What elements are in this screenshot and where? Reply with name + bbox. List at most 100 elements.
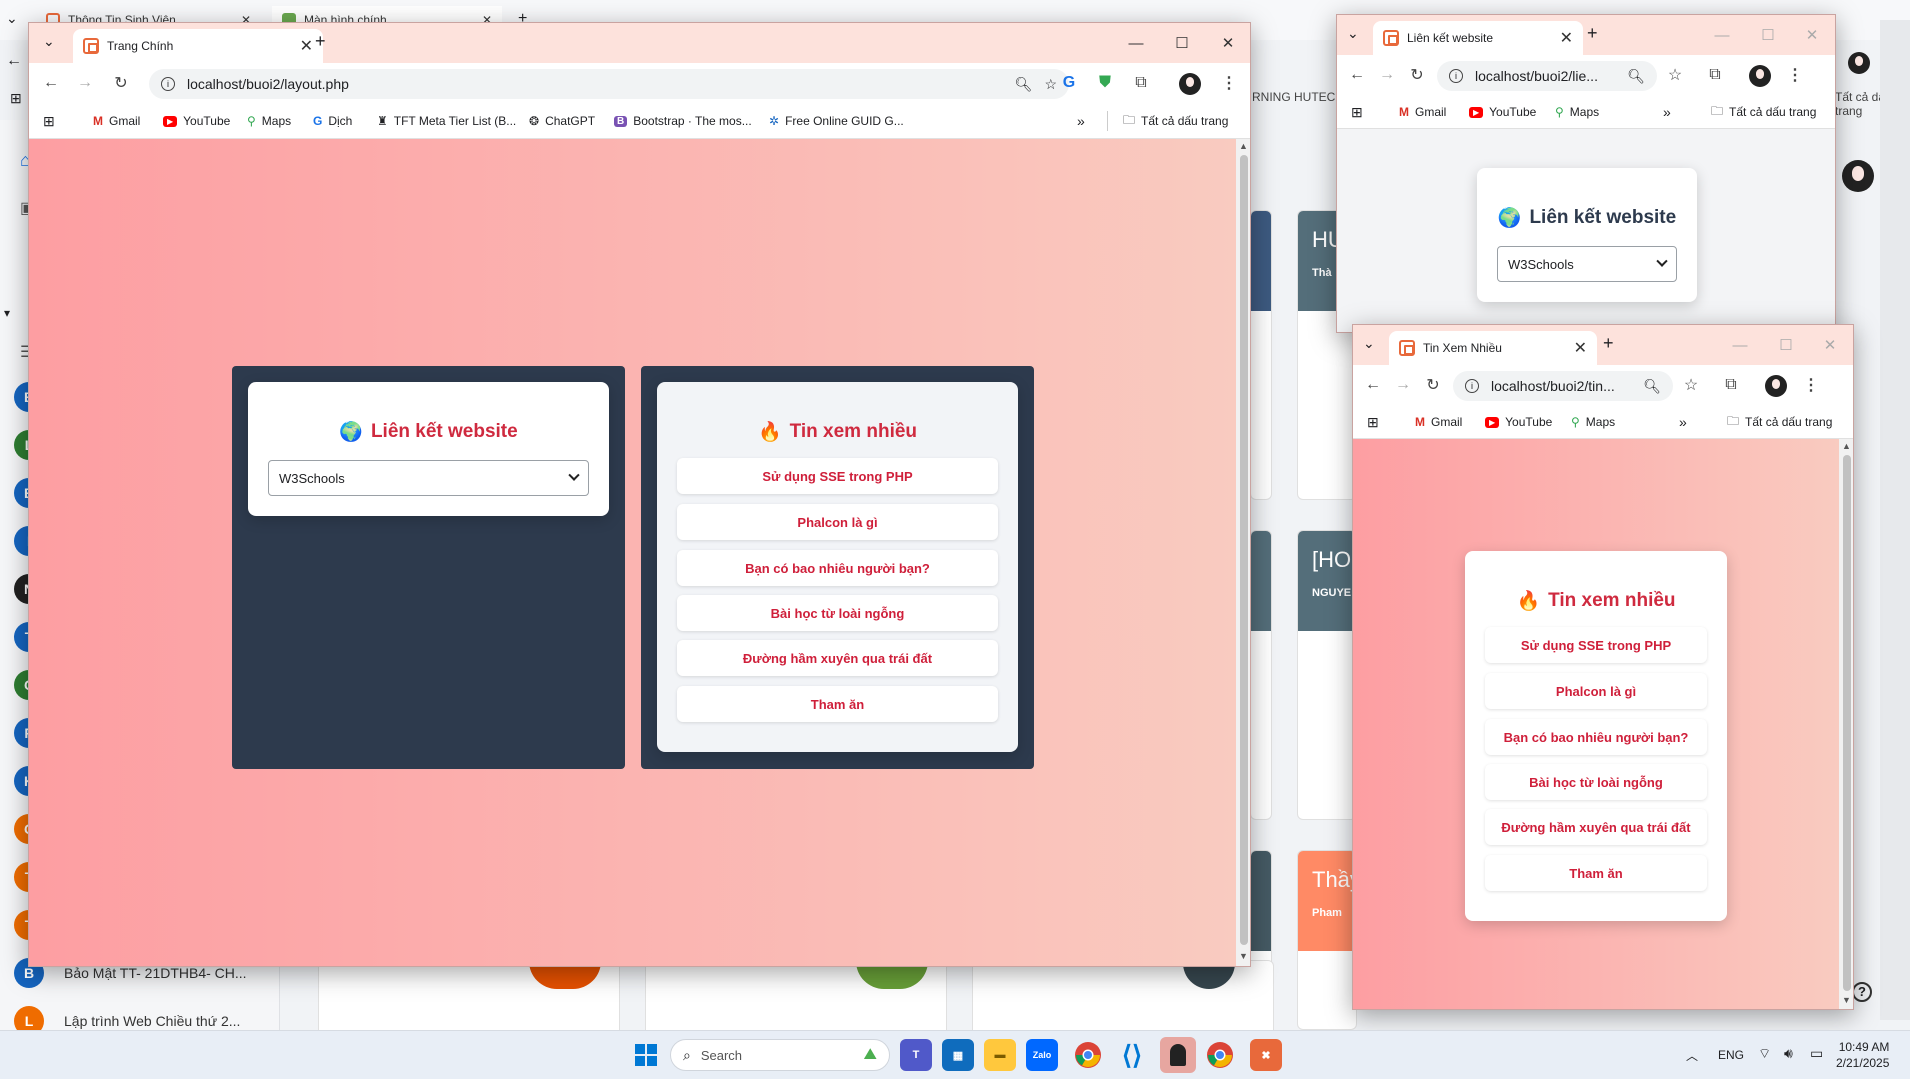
class-card[interactable]: [HO NGUYE [1297,530,1357,820]
more-bookmarks-icon[interactable]: » [1679,405,1687,439]
minimize-icon[interactable]: — [1699,15,1745,55]
bookmark-maps[interactable]: ⚲ Maps [1555,95,1599,129]
back-icon[interactable]: ← [6,52,22,70]
class-card-bottom[interactable] [645,960,947,1030]
volume-icon[interactable]: 🔊︎ [1784,1045,1793,1062]
close-tab-icon[interactable]: ✕ [1560,28,1573,48]
maximize-icon[interactable]: ☐ [1745,15,1791,55]
bookmark-star-icon[interactable]: ☆ [1679,373,1703,397]
profile-avatar[interactable] [1765,375,1787,397]
class-card[interactable]: Thầy Pham [1297,850,1357,1030]
file-explorer-icon[interactable]: ▬ [984,1039,1016,1071]
tab-trang-chinh[interactable]: Trang Chính ✕ [73,29,323,63]
bookmark-maps[interactable]: ⚲ Maps [1571,405,1615,439]
forward-icon[interactable]: → [73,71,97,95]
scroll-up-icon[interactable]: ▲ [1239,141,1248,151]
zalo-icon[interactable]: Zalo [1026,1039,1058,1071]
page-scrollbar[interactable]: ▲ ▼ [1236,139,1250,966]
new-tab-icon[interactable]: + [1587,23,1598,44]
minimize-icon[interactable]: — [1113,23,1159,63]
chrome-profile-icon[interactable] [1204,1039,1236,1071]
scroll-thumb[interactable] [1240,155,1248,945]
reload-icon[interactable]: ↻ [1405,63,1429,87]
maximize-icon[interactable]: ☐ [1763,325,1809,365]
address-bar[interactable]: i localhost/buoi2/layout.php 🔍︎ ☆ [149,69,1069,99]
news-item[interactable]: Bạn có bao nhiêu người bạn? [1485,719,1707,755]
tab-search-chevron-icon[interactable]: ⌄ [1347,25,1359,42]
scroll-up-icon[interactable]: ▲ [1842,441,1851,451]
account-avatar[interactable] [1842,160,1874,192]
vscode-icon[interactable]: ⟨⟩ [1116,1039,1148,1071]
news-item[interactable]: Sử dụng SSE trong PHP [677,458,998,494]
new-tab-icon[interactable]: + [1603,333,1614,354]
more-bookmarks-icon[interactable]: » [1077,103,1085,139]
bookmark-gmail[interactable]: M Gmail [1415,405,1462,439]
bookmark-star-icon[interactable]: ☆ [1044,76,1057,93]
extensions-icon[interactable]: ⧉ [1129,71,1153,95]
news-item[interactable]: Phalcon là gì [1485,673,1707,709]
page-scrollbar[interactable]: ▲ ▼ [1839,439,1853,1009]
zoom-icon[interactable]: 🔍︎ [1627,68,1645,85]
bookmark-bootstrap[interactable]: B Bootstrap · The mos... [614,103,752,139]
forward-icon[interactable]: → [1375,63,1399,87]
site-info-icon[interactable]: i [1465,379,1479,393]
scroll-thumb[interactable] [1843,455,1851,991]
profile-avatar[interactable] [1848,52,1870,74]
site-info-icon[interactable]: i [161,77,175,91]
close-window-icon[interactable]: ✕ [1807,325,1853,365]
background-scrollbar[interactable] [1880,20,1910,1020]
news-item[interactable]: Sử dụng SSE trong PHP [1485,627,1707,663]
menu-icon[interactable]: ⋮ [1217,71,1241,95]
menu-icon[interactable]: ⋮ [1799,373,1823,397]
close-tab-icon[interactable]: ✕ [1574,338,1587,358]
news-item[interactable]: Bài học từ loài ngỗng [1485,764,1707,800]
more-bookmarks-icon[interactable]: » [1663,95,1671,129]
class-card-bottom[interactable] [318,960,620,1030]
news-item[interactable]: Phalcon là gì [677,504,998,540]
bookmark-maps[interactable]: ⚲ Maps [247,103,291,139]
website-select[interactable]: W3Schools [1497,246,1677,282]
news-item[interactable]: Tham ăn [677,686,998,722]
teams-icon[interactable]: T [900,1039,932,1071]
news-item[interactable]: Tham ăn [1485,855,1707,891]
close-window-icon[interactable]: ✕ [1205,23,1250,63]
reload-icon[interactable]: ↻ [1421,373,1445,397]
clock[interactable]: 10:49 AM 2/21/2025 [1836,1039,1889,1071]
zoom-icon[interactable]: 🔍︎ [1643,378,1661,395]
tab-tin-xem-nhieu[interactable]: Tin Xem Nhiều ✕ [1389,331,1597,365]
menu-icon[interactable]: ⋮ [1783,63,1807,87]
scroll-down-icon[interactable]: ▼ [1842,995,1851,1005]
class-card-bottom[interactable] [972,960,1274,1030]
bookmark-youtube[interactable]: ▶ YouTube [1469,95,1536,129]
tab-list-chevron-icon[interactable]: ⌄ [6,10,18,27]
apps-icon[interactable]: ⊞ [10,90,22,107]
language-indicator[interactable]: ENG [1718,1048,1744,1062]
class-card-edge[interactable] [1250,210,1272,500]
help-icon[interactable]: ? [1852,982,1872,1002]
minimize-icon[interactable]: — [1717,325,1763,365]
extensions-icon[interactable]: ⧉ [1719,373,1743,397]
news-item[interactable]: Bài học từ loài ngỗng [677,595,998,631]
address-bar[interactable]: i localhost/buoi2/lie... 🔍︎ [1437,61,1657,91]
all-bookmarks[interactable]: 🗀 Tất cả dấu trang [1727,405,1832,439]
apps-icon[interactable]: ⊞ [1367,405,1379,439]
all-bookmarks[interactable]: 🗀 Tất cả dấu trang [1711,95,1816,129]
back-icon[interactable]: ← [1345,63,1369,87]
back-icon[interactable]: ← [39,71,63,95]
reload-icon[interactable]: ↻ [109,71,133,95]
news-item[interactable]: Đường hầm xuyên qua trái đất [677,640,998,676]
extensions-icon[interactable]: ⧉ [1703,63,1727,87]
bookmark-gmail[interactable]: M Gmail [1399,95,1446,129]
apps-icon[interactable]: ⊞ [1351,95,1363,129]
start-button[interactable] [630,1039,662,1071]
maximize-icon[interactable]: ☐ [1159,23,1205,63]
xampp-icon[interactable]: ✖ [1250,1039,1282,1071]
store-icon[interactable]: ▦ [942,1039,974,1071]
bookmark-chatgpt[interactable]: ❂ ChatGPT [529,103,595,139]
tab-lien-ket[interactable]: Liên kết website ✕ [1373,21,1583,55]
back-icon[interactable]: ← [1361,373,1385,397]
new-tab-icon[interactable]: + [315,31,326,52]
battery-icon[interactable]: ▭ [1810,1045,1823,1062]
class-card-edge[interactable] [1250,530,1272,820]
bookmark-tft[interactable]: ♜ TFT Meta Tier List (B... [377,103,516,139]
